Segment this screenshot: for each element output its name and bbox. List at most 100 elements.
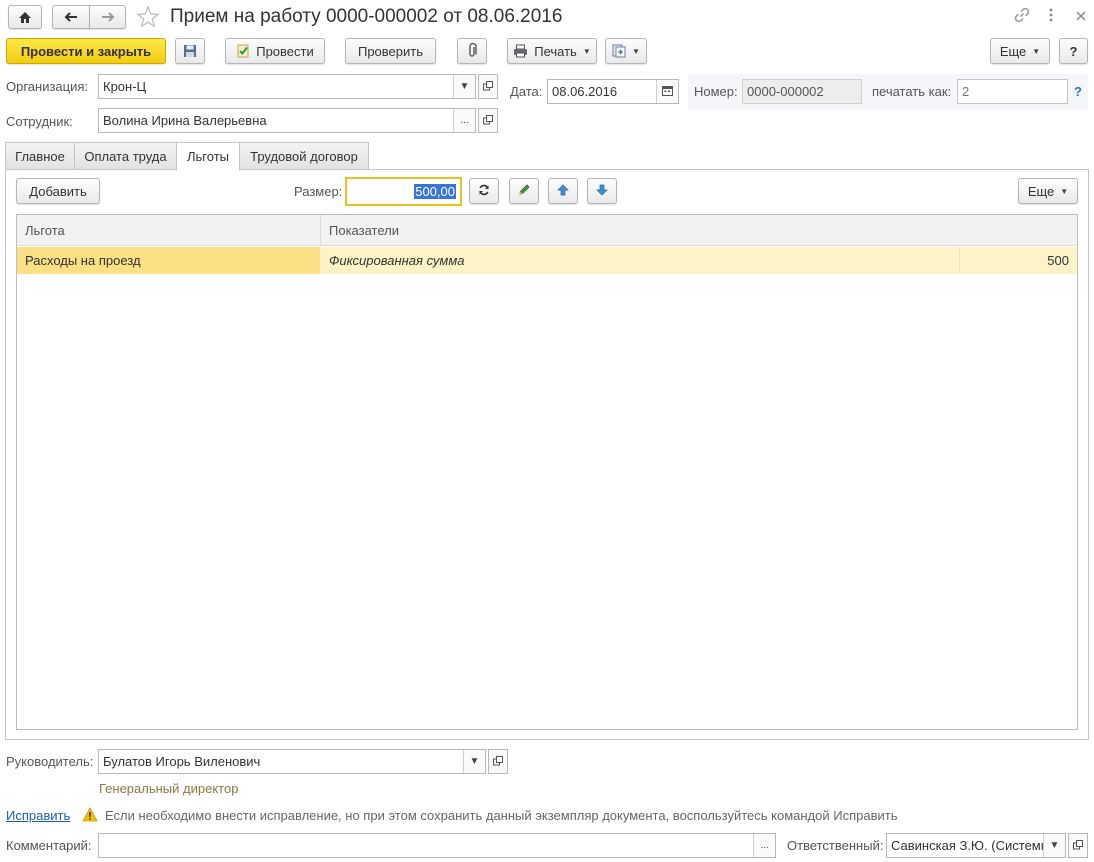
tab-main[interactable]: Главное bbox=[5, 142, 75, 170]
number-field: 0000-000002 bbox=[742, 79, 862, 104]
related-docs-button[interactable]: ▼ bbox=[605, 38, 647, 64]
cell-amount[interactable]: 500 bbox=[960, 247, 1077, 274]
related-docs-icon bbox=[612, 44, 626, 58]
save-icon bbox=[183, 44, 197, 58]
print-as-label: печатать как: bbox=[872, 84, 952, 99]
organization-open-button[interactable] bbox=[478, 74, 498, 99]
help-button[interactable]: ? bbox=[1059, 38, 1088, 64]
post-button[interactable]: Провести bbox=[225, 38, 325, 64]
paperclip-icon bbox=[466, 43, 478, 59]
chevron-down-icon[interactable]: ▼ bbox=[1043, 834, 1065, 857]
number-label: Номер: bbox=[694, 84, 738, 99]
chevron-down-icon[interactable]: ▼ bbox=[463, 750, 485, 773]
manager-label: Руководитель: bbox=[6, 754, 94, 769]
calendar-icon bbox=[662, 85, 673, 99]
select-button[interactable]: ... bbox=[753, 834, 775, 857]
organization-value: Крон-Ц bbox=[103, 79, 147, 94]
employee-label: Сотрудник: bbox=[6, 114, 73, 129]
benefits-table bbox=[16, 214, 1078, 730]
close-icon bbox=[1076, 9, 1086, 24]
size-input[interactable]: 500,00 bbox=[345, 177, 462, 206]
post-button-label: Провести bbox=[256, 43, 314, 59]
add-button[interactable]: Добавить bbox=[16, 178, 100, 204]
responsible-label: Ответственный: bbox=[787, 838, 884, 853]
warning-icon bbox=[82, 807, 98, 825]
chevron-down-icon: ▼ bbox=[1032, 46, 1041, 56]
print-button[interactable]: Печать ▼ bbox=[507, 38, 597, 64]
comment-label: Комментарий: bbox=[6, 838, 92, 853]
more-button[interactable]: Еще ▼ bbox=[990, 38, 1050, 64]
column-header-indicators[interactable]: Показатели bbox=[329, 215, 629, 246]
kebab-menu[interactable] bbox=[1044, 6, 1058, 26]
link-icon bbox=[1014, 7, 1030, 26]
refresh-button[interactable] bbox=[469, 178, 499, 204]
edit-button[interactable] bbox=[509, 178, 539, 204]
number-value: 0000-000002 bbox=[747, 84, 824, 99]
manager-open-button[interactable] bbox=[488, 749, 508, 774]
column-divider bbox=[320, 215, 321, 246]
close-button[interactable] bbox=[1072, 6, 1090, 26]
refresh-icon bbox=[478, 184, 490, 199]
back-arrow-icon bbox=[64, 12, 78, 22]
employee-field[interactable]: Волина Ирина Валерьевна ... bbox=[98, 108, 476, 133]
manager-field[interactable]: Булатов Игорь Виленович ▼ bbox=[98, 749, 486, 774]
kebab-icon bbox=[1049, 8, 1053, 25]
home-icon bbox=[18, 11, 32, 24]
tab-payroll[interactable]: Оплата труда bbox=[74, 142, 177, 170]
save-button[interactable] bbox=[175, 38, 205, 64]
forward-arrow-icon bbox=[101, 12, 115, 22]
back-button[interactable] bbox=[52, 5, 90, 29]
post-and-close-button[interactable]: Провести и закрыть bbox=[6, 38, 166, 64]
check-button[interactable]: Проверить bbox=[345, 38, 436, 64]
favorite-star[interactable] bbox=[136, 5, 160, 29]
table-more-label: Еще bbox=[1027, 183, 1055, 199]
pencil-icon bbox=[518, 183, 531, 199]
attach-button[interactable] bbox=[457, 38, 487, 64]
employee-open-button[interactable] bbox=[478, 108, 498, 133]
link-button[interactable] bbox=[1012, 6, 1032, 26]
responsible-value: Савинская З.Ю. (Системн bbox=[891, 838, 1043, 853]
print-button-label: Печать bbox=[534, 43, 577, 59]
calendar-button[interactable] bbox=[656, 80, 678, 103]
employee-value: Волина Ирина Валерьевна bbox=[103, 113, 267, 128]
table-header: Льгота Показатели bbox=[17, 215, 1077, 246]
open-icon bbox=[483, 79, 493, 94]
move-down-button[interactable] bbox=[587, 178, 617, 204]
print-as-help-link[interactable]: ? bbox=[1074, 84, 1082, 99]
organization-field[interactable]: Крон-Ц ▼ bbox=[98, 74, 476, 99]
home-button[interactable] bbox=[8, 5, 42, 29]
open-icon bbox=[1073, 838, 1083, 853]
printer-icon bbox=[513, 44, 528, 58]
arrow-up-icon bbox=[557, 184, 569, 199]
forward-button[interactable] bbox=[89, 5, 126, 29]
open-icon bbox=[483, 113, 493, 128]
chevron-down-icon: ▼ bbox=[1060, 186, 1069, 196]
table-more-button[interactable]: Еще ▼ bbox=[1018, 178, 1078, 204]
table-row[interactable]: Расходы на проезд Фиксированная сумма 50… bbox=[17, 247, 1077, 274]
select-button[interactable]: ... bbox=[453, 109, 475, 132]
size-label: Размер: bbox=[294, 184, 343, 199]
comment-field[interactable]: ... bbox=[98, 833, 776, 858]
column-header-benefit[interactable]: Льгота bbox=[25, 215, 315, 246]
fix-link[interactable]: Исправить bbox=[6, 808, 70, 823]
window-title: Прием на работу 0000-000002 от 08.06.201… bbox=[170, 6, 563, 27]
post-icon bbox=[236, 44, 250, 58]
print-as-input[interactable] bbox=[957, 79, 1068, 104]
responsible-field[interactable]: Савинская З.Ю. (Системн ▼ bbox=[886, 833, 1066, 858]
cell-indicator[interactable]: Фиксированная сумма bbox=[321, 247, 959, 274]
responsible-open-button[interactable] bbox=[1068, 833, 1088, 858]
chevron-down-icon[interactable]: ▼ bbox=[453, 75, 475, 98]
date-field[interactable]: 08.06.2016 bbox=[547, 79, 679, 104]
chevron-down-icon: ▼ bbox=[582, 46, 591, 56]
manager-position: Генеральный директор bbox=[99, 781, 239, 796]
more-button-label: Еще bbox=[999, 43, 1027, 59]
arrow-down-icon bbox=[596, 184, 608, 199]
tab-benefits[interactable]: Льготы bbox=[176, 142, 240, 171]
date-label: Дата: bbox=[510, 84, 543, 99]
star-icon bbox=[136, 5, 160, 32]
open-icon bbox=[493, 754, 503, 769]
fix-hint: Если необходимо внести исправление, но п… bbox=[105, 808, 898, 823]
cell-benefit[interactable]: Расходы на проезд bbox=[17, 247, 320, 274]
move-up-button[interactable] bbox=[548, 178, 578, 204]
tab-employment-contract[interactable]: Трудовой договор bbox=[239, 142, 369, 170]
